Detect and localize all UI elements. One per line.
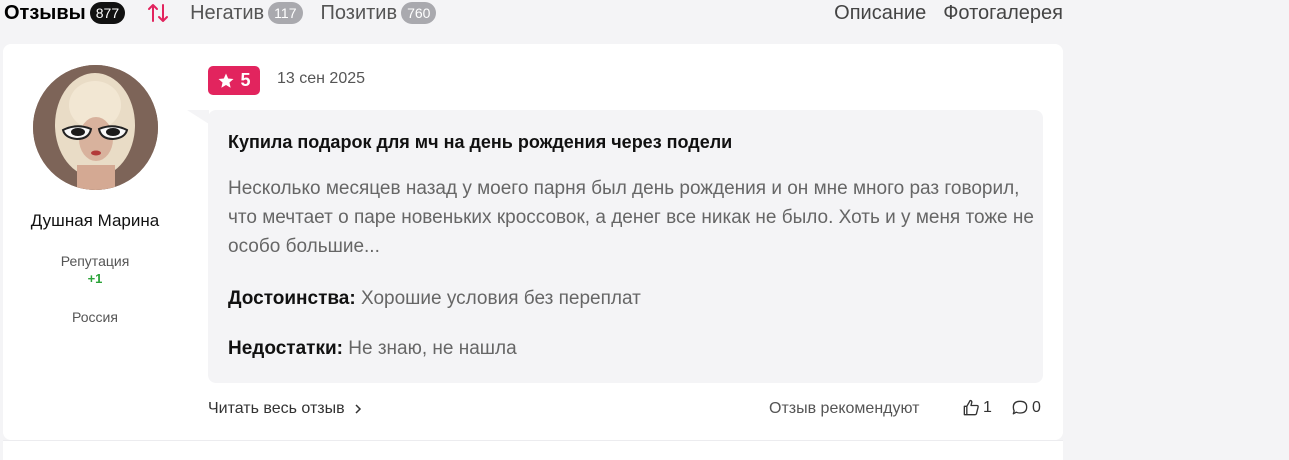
- avatar-image: [33, 65, 158, 190]
- review-text: Несколько месяцев назад у моего парня бы…: [228, 178, 1034, 257]
- rating-badge: 5: [208, 66, 260, 95]
- positive-count-badge: 760: [401, 2, 437, 24]
- comment-icon: [1012, 400, 1028, 415]
- review-bubble[interactable]: Купила подарок для мч на день рождения ч…: [208, 110, 1043, 383]
- reputation-value: +1: [87, 271, 103, 286]
- tab-negative-label: Негатив: [190, 1, 265, 24]
- recommend-label: Отзыв рекомендуют: [769, 400, 920, 417]
- rating-value: 5: [240, 70, 251, 90]
- tab-positive-label: Позитив: [320, 1, 398, 24]
- comments-button[interactable]: 0: [1010, 398, 1041, 418]
- author-country: Россия: [72, 309, 118, 325]
- tab-negative[interactable]: Негатив 117: [190, 1, 303, 25]
- star-icon: [218, 73, 234, 88]
- read-more-label: Читать весь отзыв: [208, 400, 345, 417]
- next-card-top: [3, 441, 1063, 460]
- tab-description[interactable]: Описание: [834, 2, 926, 25]
- cons-text: Не знаю, не нашла: [348, 338, 517, 359]
- likes-count: 1: [983, 399, 992, 416]
- tab-reviews-label: Отзывы: [4, 1, 86, 24]
- review-title[interactable]: Купила подарок для мч на день рождения ч…: [228, 132, 732, 153]
- chevron-right-icon: [355, 404, 361, 414]
- author-name[interactable]: Душная Марина: [3, 211, 187, 231]
- pros-label: Достоинства:: [228, 288, 356, 309]
- cons-label: Недостатки:: [228, 338, 343, 359]
- like-button[interactable]: 1: [961, 398, 992, 418]
- review-date: 13 сен 2025: [277, 70, 366, 87]
- reviews-tabs-bar: Отзывы 877 Негатив 117 Позитив 760 Описа…: [0, 0, 1063, 26]
- tab-positive[interactable]: Позитив 760: [321, 2, 437, 25]
- review-card: Душная Марина Репутация +1 Россия 5 13 с…: [3, 44, 1063, 440]
- review-cons: Недостатки: Не знаю, не нашла: [228, 338, 517, 360]
- read-full-review-link[interactable]: Читать весь отзыв: [208, 400, 363, 418]
- thumbs-up-icon: [963, 399, 979, 416]
- pros-text: Хорошие условия без переплат: [360, 288, 641, 309]
- sort-arrows-icon[interactable]: [147, 2, 169, 24]
- right-tabs: Описание Фотогалерея: [834, 2, 1063, 25]
- reviews-count-badge: 877: [89, 2, 126, 24]
- negative-count-badge: 117: [268, 2, 303, 24]
- comments-count: 0: [1032, 399, 1041, 416]
- avatar[interactable]: [33, 65, 158, 190]
- tab-gallery[interactable]: Фотогалерея: [943, 2, 1063, 25]
- tab-reviews[interactable]: Отзывы 877: [4, 1, 126, 25]
- bubble-tail: [187, 110, 209, 124]
- review-pros: Достоинства: Хорошие условия без перепла…: [228, 288, 641, 310]
- reputation-label: Репутация: [60, 253, 130, 269]
